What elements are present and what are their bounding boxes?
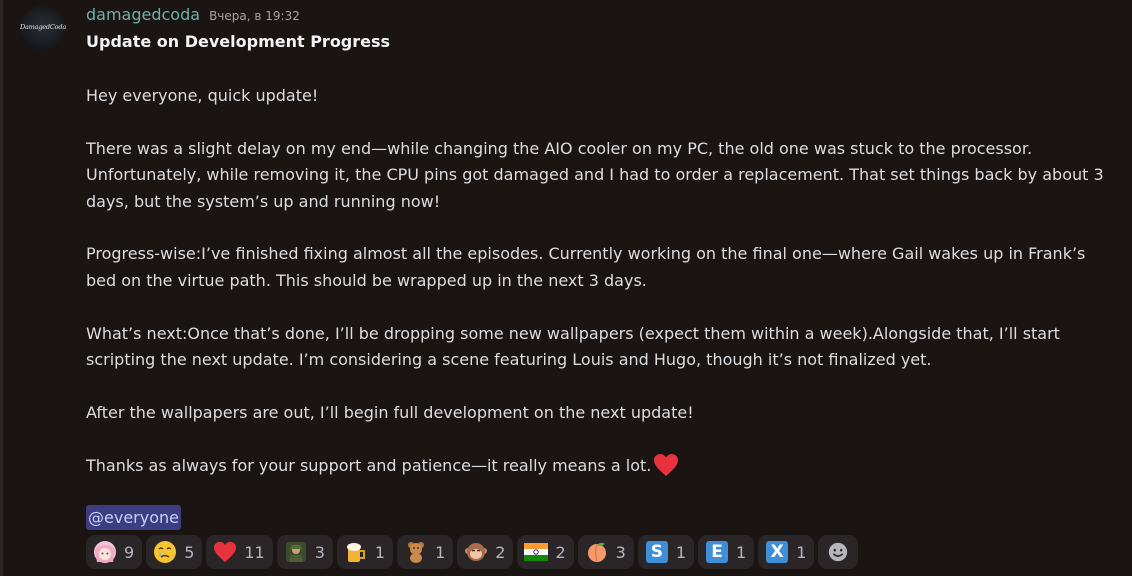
teddy-bear-icon bbox=[404, 540, 428, 564]
reaction-teddy-bear[interactable]: 1 bbox=[397, 535, 454, 569]
avatar[interactable]: DamagedCoda bbox=[20, 6, 66, 52]
reaction-count: 1 bbox=[435, 542, 446, 562]
reaction-count: 1 bbox=[796, 542, 807, 562]
username[interactable]: damagedcoda bbox=[86, 5, 200, 24]
reaction-count: 2 bbox=[495, 542, 506, 562]
timestamp: Вчера, в 19:32 bbox=[209, 9, 300, 23]
heart-emoji-icon bbox=[653, 453, 679, 477]
letter-s-icon: S bbox=[645, 540, 669, 564]
message-body: Hey everyone, quick update! There was a … bbox=[86, 83, 1106, 479]
letter-e-glyph: E bbox=[706, 541, 729, 563]
peach-icon bbox=[585, 540, 609, 564]
mention-everyone[interactable]: @everyone bbox=[86, 505, 181, 530]
beer-mug-icon bbox=[344, 540, 368, 564]
paragraph: There was a slight delay on my end—while… bbox=[86, 138, 1104, 211]
avatar-logo-text: DamagedCoda bbox=[20, 23, 66, 31]
reaction-india-flag[interactable]: 2 bbox=[517, 535, 574, 569]
reaction-count: 3 bbox=[314, 542, 325, 562]
paragraph: Progress-wise:I’ve finished fixing almos… bbox=[86, 244, 1086, 290]
message-header: damagedcoda Вчера, в 19:32 bbox=[86, 5, 300, 27]
reaction-count: 11 bbox=[244, 542, 265, 562]
reaction-count: 1 bbox=[675, 542, 687, 562]
reaction-monkey-face[interactable]: 2 bbox=[457, 535, 514, 569]
anime-girl-icon bbox=[93, 540, 117, 564]
letter-s-glyph: S bbox=[645, 541, 668, 563]
paragraph-text: Thanks as always for your support and pa… bbox=[86, 455, 652, 475]
reaction-anime-girl[interactable]: 9 bbox=[86, 535, 143, 569]
crying-face-icon bbox=[153, 540, 177, 564]
paragraph: Hey everyone, quick update! bbox=[86, 86, 319, 105]
india-flag-icon bbox=[524, 540, 549, 564]
reaction-crying-face[interactable]: 5 bbox=[146, 535, 203, 569]
reactions-bar: 9 5 11 3 1 1 2 2 3 S 1 E 1 X 1 bbox=[86, 535, 859, 569]
red-heart-icon bbox=[213, 540, 237, 564]
paragraph: After the wallpapers are out, I’ll begin… bbox=[86, 402, 694, 422]
reaction-peach[interactable]: 3 bbox=[577, 535, 634, 569]
add-reaction-button[interactable] bbox=[818, 535, 859, 569]
paragraph-thanks: Thanks as always for your support and pa… bbox=[86, 453, 1106, 479]
add-reaction-smiley-icon bbox=[826, 540, 850, 564]
reaction-count: 9 bbox=[124, 542, 135, 562]
reaction-letter-e[interactable]: E 1 bbox=[698, 535, 755, 569]
reaction-soldier[interactable]: 3 bbox=[276, 535, 333, 569]
reaction-red-heart[interactable]: 11 bbox=[206, 535, 273, 569]
message-left-border bbox=[0, 0, 3, 576]
reaction-count: 5 bbox=[184, 542, 195, 562]
paragraph: What’s next:Once that’s done, I’ll be dr… bbox=[86, 323, 1060, 370]
letter-x-icon: X bbox=[765, 540, 789, 564]
letter-x-glyph: X bbox=[766, 541, 789, 563]
soldier-icon bbox=[284, 540, 308, 564]
letter-e-icon: E bbox=[705, 540, 729, 564]
reaction-beer-mug[interactable]: 1 bbox=[336, 535, 394, 569]
reaction-count: 1 bbox=[374, 542, 386, 562]
reaction-letter-x[interactable]: X 1 bbox=[758, 535, 815, 569]
reaction-count: 2 bbox=[555, 542, 566, 562]
reaction-letter-s[interactable]: S 1 bbox=[637, 535, 695, 569]
reaction-count: 1 bbox=[736, 542, 747, 562]
reaction-count: 3 bbox=[615, 542, 626, 562]
message-title: Update on Development Progress bbox=[86, 32, 391, 51]
monkey-face-icon bbox=[464, 540, 488, 564]
